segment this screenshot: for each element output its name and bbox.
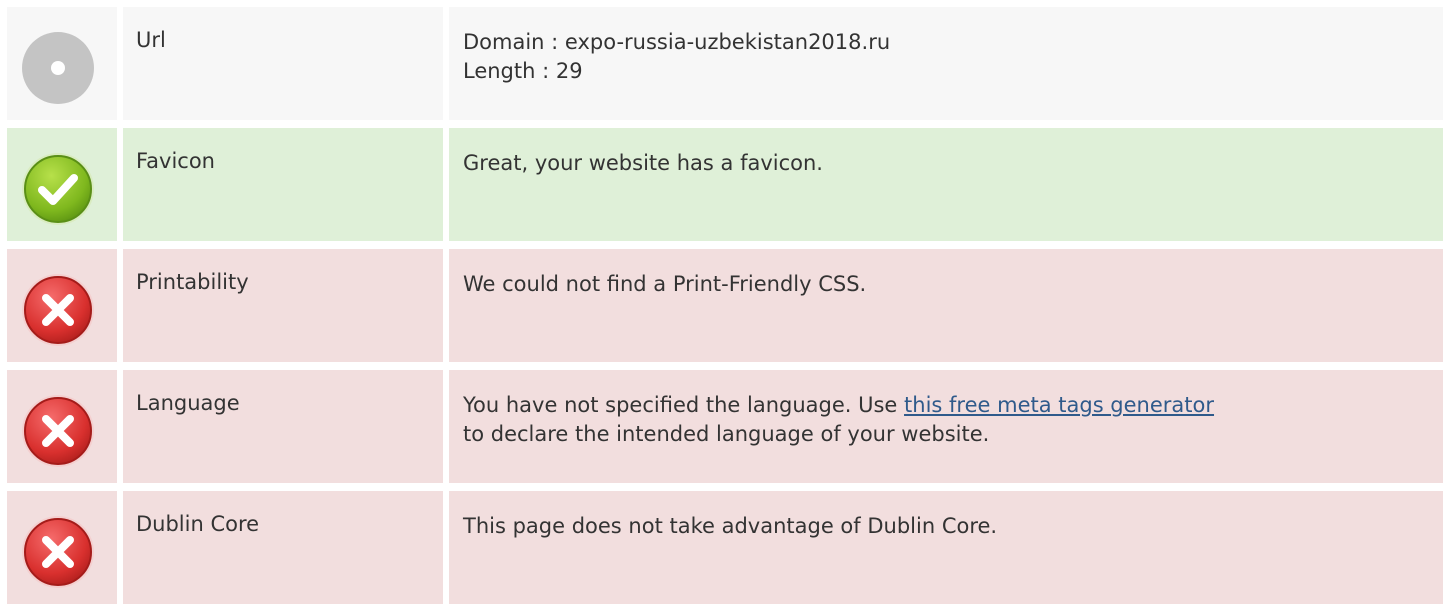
- domain-text: Domain : expo-russia-uzbekistan2018.ru: [463, 30, 891, 54]
- row-label: Language: [123, 370, 443, 483]
- report-row-favicon: Favicon Great, your website has a favico…: [0, 128, 1443, 241]
- language-message-text: You have not specified the language. Use: [463, 393, 905, 417]
- status-cell: [7, 7, 117, 120]
- status-cell: [7, 128, 117, 241]
- status-cell: [7, 491, 117, 604]
- row-value: You have not specified the language. Use…: [449, 370, 1443, 483]
- row-value: Domain : expo-russia-uzbekistan2018.ru L…: [449, 7, 1443, 120]
- report-row-url: Url Domain : expo-russia-uzbekistan2018.…: [0, 7, 1443, 120]
- neutral-circle-icon: [20, 30, 96, 106]
- report-row-printability: Printability We could not find a Print-F…: [0, 249, 1443, 362]
- row-label: Printability: [123, 249, 443, 362]
- row-value: We could not find a Print-Friendly CSS.: [449, 249, 1443, 362]
- language-message-continuation: to declare the intended language of your…: [463, 422, 990, 446]
- row-label: Url: [123, 7, 443, 120]
- language-message-line: You have not specified the language. Use…: [463, 391, 1429, 420]
- report-row-dublin-core: Dublin Core This page does not take adva…: [0, 491, 1443, 604]
- error-x-icon: [20, 514, 96, 590]
- row-label: Dublin Core: [123, 491, 443, 604]
- report-row-language: Language You have not specified the lang…: [0, 370, 1443, 483]
- status-cell: [7, 249, 117, 362]
- length-text: Length : 29: [463, 59, 583, 83]
- row-value: This page does not take advantage of Dub…: [449, 491, 1443, 604]
- status-cell: [7, 370, 117, 483]
- meta-tags-generator-link[interactable]: this free meta tags generator: [904, 393, 1214, 417]
- error-x-icon: [20, 272, 96, 348]
- row-value: Great, your website has a favicon.: [449, 128, 1443, 241]
- row-label: Favicon: [123, 128, 443, 241]
- check-circle-icon: [20, 151, 96, 227]
- error-x-icon: [20, 393, 96, 469]
